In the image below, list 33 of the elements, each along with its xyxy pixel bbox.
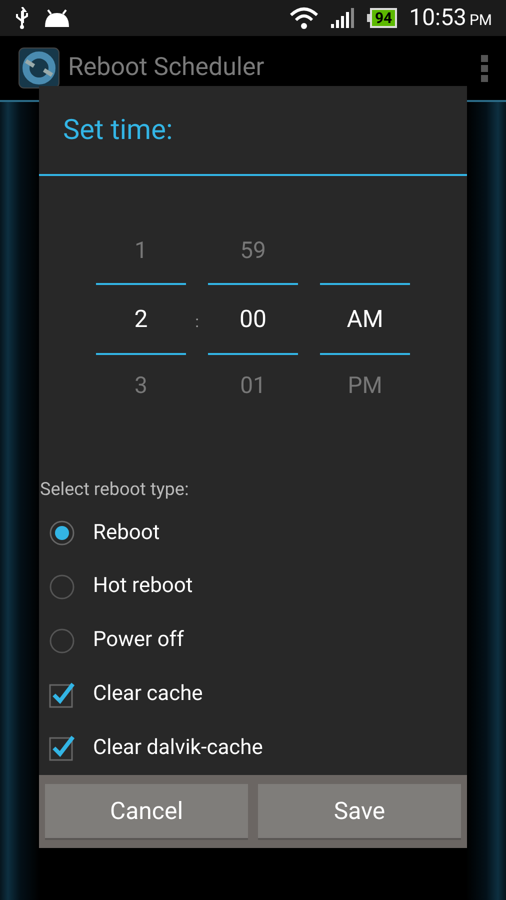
usb-icon xyxy=(14,7,30,29)
radio-button[interactable] xyxy=(49,574,75,600)
option-label: Power off xyxy=(93,627,184,654)
picker-field[interactable]: 00 xyxy=(208,282,298,355)
wifi-icon xyxy=(288,6,319,30)
option-label: Reboot xyxy=(93,520,160,547)
radio-button[interactable] xyxy=(49,520,75,546)
picker-field[interactable]: AM xyxy=(320,282,410,355)
picker-option[interactable]: 1 xyxy=(134,234,148,269)
app-title: Reboot Scheduler xyxy=(68,52,266,84)
section-label: Select reboot type: xyxy=(40,478,189,502)
signal-icon xyxy=(330,8,355,28)
picker-option[interactable]: 01 xyxy=(240,369,266,404)
option-label: Clear cache xyxy=(93,680,203,708)
picker-option[interactable]: 59 xyxy=(240,234,266,269)
time-separator: : xyxy=(195,310,199,333)
option-label: Hot reboot xyxy=(93,573,193,600)
clock-ampm: PM xyxy=(469,10,492,31)
dialog-title: Set time: xyxy=(63,112,173,148)
option-label: Clear dalvik-cache xyxy=(93,734,263,762)
refresh-icon xyxy=(18,47,60,89)
dialog-button[interactable]: Cancel xyxy=(45,784,248,840)
overflow-menu-icon[interactable] xyxy=(481,54,488,82)
dialog-button[interactable]: Save xyxy=(258,784,461,840)
picker-option[interactable]: 3 xyxy=(134,369,148,404)
radio-button[interactable] xyxy=(49,628,75,654)
clock-time: 10:53 xyxy=(409,2,466,33)
checkbox[interactable] xyxy=(49,682,75,708)
battery-indicator: 94 xyxy=(366,8,398,28)
android-icon xyxy=(42,7,72,29)
checkbox[interactable] xyxy=(49,735,75,762)
picker-field[interactable]: 2 xyxy=(96,282,186,355)
picker-option[interactable]: PM xyxy=(348,369,382,404)
